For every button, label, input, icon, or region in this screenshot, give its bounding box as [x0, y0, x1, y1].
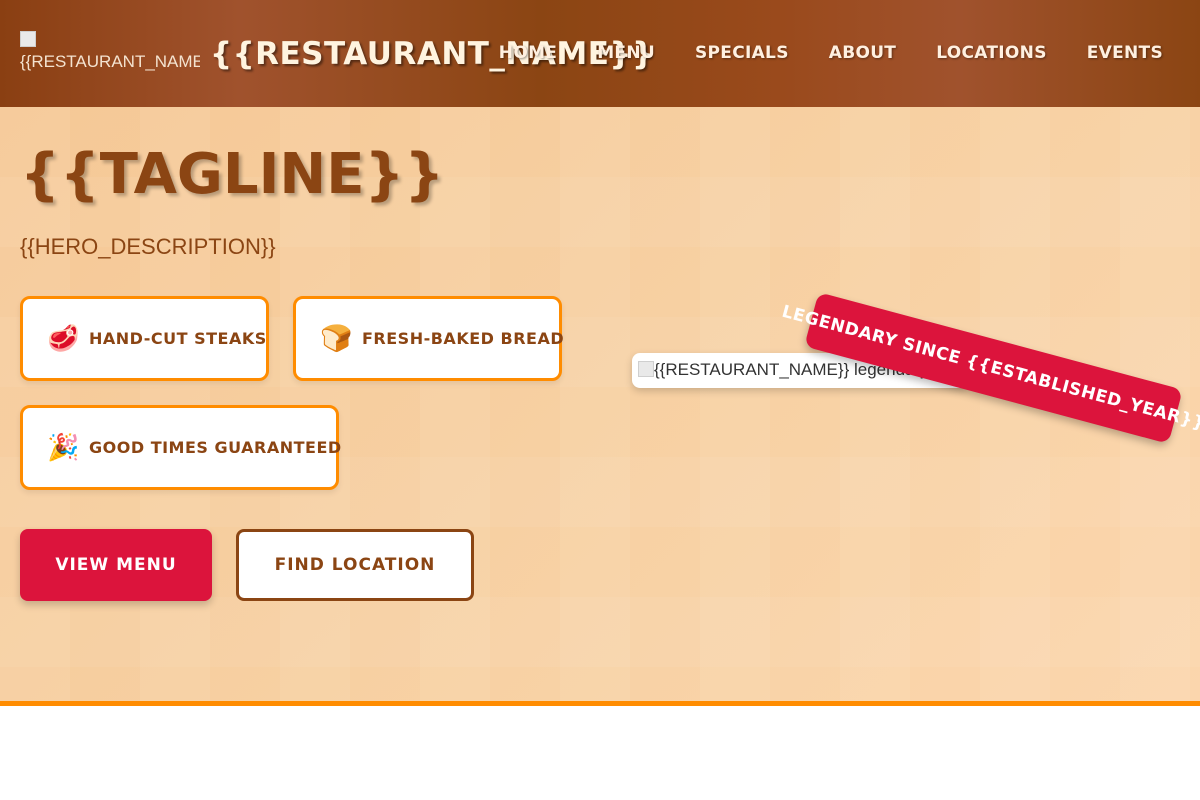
hero-description: {{HERO_DESCRIPTION}}: [20, 234, 276, 259]
find-location-button[interactable]: FIND LOCATION: [236, 529, 474, 601]
feature-label: GOOD TIMES GUARANTEED: [89, 438, 342, 457]
feature-good-times: 🎉 GOOD TIMES GUARANTEED: [20, 405, 342, 490]
nav-about[interactable]: ABOUT: [829, 40, 896, 66]
nav-locations[interactable]: LOCATIONS: [936, 40, 1047, 66]
party-popper-icon: 🎉: [47, 432, 80, 463]
restaurant-logo-image[interactable]: {{RESTAURANT_NAME}}: [20, 29, 200, 79]
nav-specials[interactable]: SPECIALS: [695, 40, 789, 66]
bread-icon: 🍞: [320, 323, 353, 354]
hero-tagline: {{TAGLINE}}: [20, 142, 445, 207]
feature-label: FRESH-BAKED BREAD: [362, 329, 565, 348]
broken-image-icon: [638, 361, 654, 377]
main-nav: HOME MENU SPECIALS ABOUT LOCATIONS EVENT…: [499, 40, 1163, 66]
site-header: {{RESTAURANT_NAME}} {{RESTAURANT_NAME}} …: [0, 0, 1200, 107]
steak-icon: 🥩: [47, 323, 80, 354]
nav-events[interactable]: EVENTS: [1087, 40, 1163, 66]
feature-hand-cut-steaks: 🥩 HAND-CUT STEAKS: [20, 296, 269, 381]
hero-section: {{TAGLINE}} {{HERO_DESCRIPTION}} 🥩 HAND-…: [0, 107, 1200, 701]
nav-menu[interactable]: MENU: [597, 40, 655, 66]
feature-fresh-baked-bread: 🍞 FRESH-BAKED BREAD: [293, 296, 565, 381]
hero-divider: [0, 701, 1200, 706]
logo-alt-text: {{RESTAURANT_NAME}}: [20, 52, 200, 71]
feature-label: HAND-CUT STEAKS: [89, 329, 267, 348]
broken-image-icon: [20, 31, 36, 47]
view-menu-button[interactable]: VIEW MENU: [20, 529, 212, 601]
nav-home[interactable]: HOME: [499, 40, 557, 66]
